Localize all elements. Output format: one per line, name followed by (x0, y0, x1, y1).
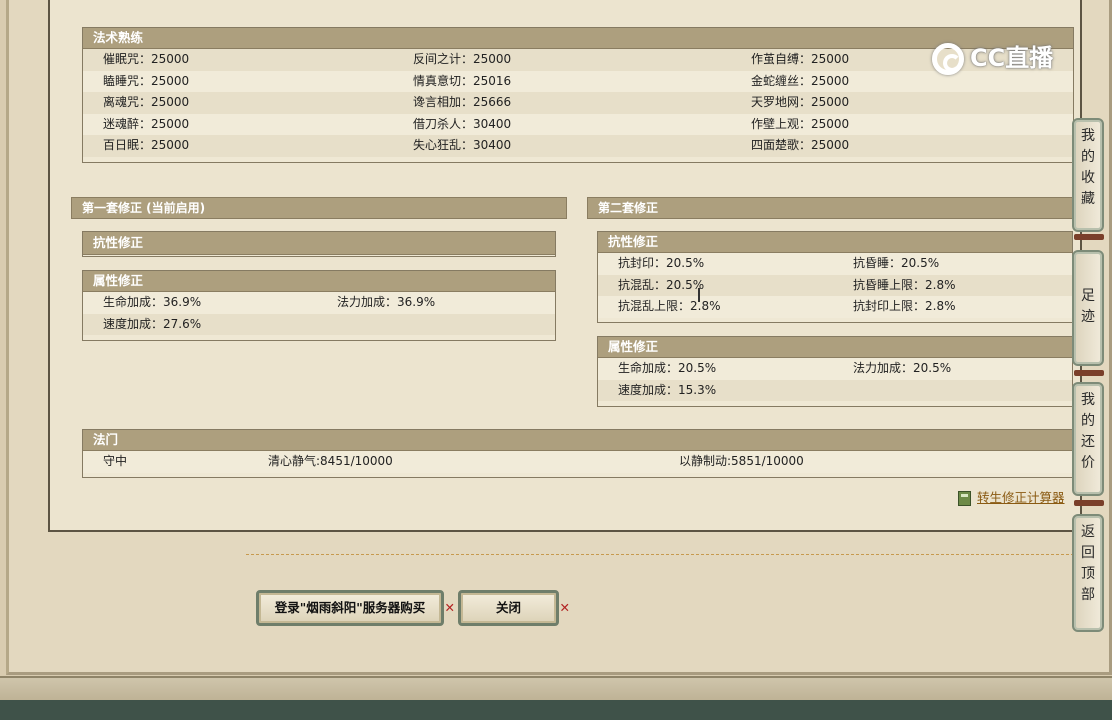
resist-row: 抗混乱上限：2.8% 抗封印上限：2.8% (598, 296, 1072, 318)
bottom-bar (0, 700, 1112, 720)
famen-skill: 以静制动:5851/10000 (679, 454, 804, 468)
watermark-text: CC直播 (970, 44, 1054, 72)
side-tab-favorites[interactable]: 我 的 收 藏 (1072, 118, 1104, 232)
suite2-title: 第二套修正 (587, 197, 1074, 219)
skill-cell: 离魂咒：25000 (103, 95, 190, 110)
suite1-resist-title: 抗性修正 (83, 232, 555, 255)
skill-row: 瞌睡咒：25000 情真意切：25016 金蛇缠丝：25000 (83, 70, 1073, 93)
skill-cell: 金蛇缠丝：25000 (751, 73, 850, 88)
skill-cell: 谗言相加：25666 (413, 95, 512, 110)
famen-title: 法门 (83, 430, 1073, 451)
cc-logo-icon (932, 43, 964, 75)
side-tab-char: 顶 (1081, 566, 1095, 582)
skill-cell: 瞌睡咒：25000 (103, 73, 190, 88)
suite2-resist-box: 抗性修正 抗封印：20.5% 抗昏睡：20.5% 抗混乱：20.5% 抗昏睡上限… (597, 231, 1073, 323)
watermark-logo: CC直播 (932, 38, 1053, 78)
skill-rows: 催眠咒：25000 反间之计：25000 作茧自缚：25000 瞌睡咒：2500… (83, 49, 1073, 157)
side-tab-footprints[interactable]: 足 迹 (1072, 250, 1104, 366)
resist-cell: 抗昏睡：20.5% (853, 256, 940, 270)
attr-cell: 法力加成：36.9% (337, 295, 436, 309)
suite2-resist-title: 抗性修正 (598, 232, 1072, 253)
skill-cell: 借刀杀人：30400 (413, 116, 512, 131)
resist-row: 抗混乱：20.5% 抗昏睡上限：2.8% (598, 274, 1072, 297)
skill-cell: 情真意切：25016 (413, 73, 512, 88)
resist-cell: 抗昏睡上限：2.8% (853, 277, 956, 292)
attr-cell: 速度加成：15.3% (618, 382, 717, 397)
resist-row: 抗封印：20.5% 抗昏睡：20.5% (598, 253, 1072, 275)
suite2-attr-title: 属性修正 (598, 337, 1072, 358)
side-tab-separator (1074, 370, 1104, 376)
attr-cell: 生命加成：36.9% (103, 295, 202, 309)
suite1-attr-title: 属性修正 (83, 271, 555, 292)
side-tab-char: 藏 (1081, 191, 1095, 207)
skill-cell: 四面楚歌：25000 (751, 138, 850, 153)
dashed-divider (246, 554, 1074, 555)
side-tab-my-bargain[interactable]: 我 的 还 价 (1072, 382, 1104, 496)
side-tab-char: 返 (1081, 524, 1095, 540)
skill-cell: 百日眠：25000 (103, 138, 190, 153)
famen-skill: 清心静气:8451/10000 (268, 454, 393, 468)
side-tab-char: 我 (1081, 128, 1095, 144)
side-tab-char: 回 (1081, 545, 1095, 561)
side-tab-char: 价 (1081, 455, 1095, 471)
side-tab-char: 收 (1081, 170, 1095, 186)
close-x-icon: ✕ (444, 600, 455, 615)
skill-cell: 迷魂醉：25000 (103, 116, 190, 131)
close-x-icon: ✕ (559, 600, 570, 615)
suite1-resist-box: 抗性修正 (82, 231, 556, 257)
side-tab-char: 我 (1081, 392, 1095, 408)
login-buy-button[interactable]: 登录"烟雨斜阳"服务器购买 ✕ (256, 590, 455, 626)
side-tab-separator (1074, 500, 1104, 506)
suite2-attr-box: 属性修正 生命加成：20.5% 法力加成：20.5% 速度加成：15.3% (597, 336, 1073, 407)
skill-row: 百日眠：25000 失心狂乱：30400 四面楚歌：25000 (83, 135, 1073, 157)
attr-cell: 速度加成：27.6% (103, 316, 202, 331)
skill-row: 催眠咒：25000 反间之计：25000 作茧自缚：25000 (83, 49, 1073, 71)
text-cursor-icon (698, 288, 700, 302)
suite1-title: 第一套修正 (当前启用) (71, 197, 567, 219)
bottom-strip (0, 676, 1112, 702)
attr-row: 生命加成：36.9% 法力加成：36.9% (83, 292, 555, 314)
side-tab-separator (1074, 234, 1104, 240)
side-tab-back-top[interactable]: 返 回 顶 部 (1072, 514, 1104, 632)
side-tab-char: 足 (1081, 288, 1095, 304)
calculator-link-label[interactable]: 转生修正计算器 (977, 490, 1065, 505)
side-tab-char: 的 (1081, 149, 1095, 165)
attr-row: 速度加成：27.6% (83, 313, 555, 336)
resist-cell: 抗混乱：20.5% (618, 277, 705, 292)
attr-row: 生命加成：20.5% 法力加成：20.5% (598, 358, 1072, 380)
skill-cell: 失心狂乱：30400 (413, 138, 512, 153)
resist-cell: 抗封印上限：2.8% (853, 299, 956, 314)
attr-cell: 法力加成：20.5% (853, 361, 952, 375)
close-button[interactable]: 关闭 ✕ (458, 590, 570, 626)
skill-section: 法术熟练 催眠咒：25000 反间之计：25000 作茧自缚：25000 瞌睡咒… (82, 27, 1074, 163)
skill-cell: 催眠咒：25000 (103, 52, 190, 66)
side-tab-char: 还 (1081, 434, 1095, 450)
skill-cell: 反间之计：25000 (413, 52, 512, 66)
skill-cell: 作壁上观：25000 (751, 116, 850, 131)
close-label: 关闭 (495, 600, 521, 615)
famen-section: 法门 守中 清心静气:8451/10000 以静制动:5851/10000 (82, 429, 1074, 478)
resist-cell: 抗混乱上限：2.8% (618, 299, 721, 314)
suite1-attr-box: 属性修正 生命加成：36.9% 法力加成：36.9% 速度加成：27.6% (82, 270, 556, 341)
calculator-icon (958, 491, 971, 506)
skill-row: 离魂咒：25000 谗言相加：25666 天罗地网：25000 (83, 92, 1073, 114)
attr-row: 速度加成：15.3% (598, 379, 1072, 402)
famen-main: 守中 (103, 454, 128, 468)
attr-cell: 生命加成：20.5% (618, 361, 717, 375)
resist-cell: 抗封印：20.5% (618, 256, 705, 270)
skill-cell: 作茧自缚：25000 (751, 52, 850, 66)
skill-section-title: 法术熟练 (83, 28, 1073, 49)
calculator-link[interactable]: 转生修正计算器 (958, 489, 1065, 507)
skill-cell: 天罗地网：25000 (751, 95, 850, 110)
skill-row: 迷魂醉：25000 借刀杀人：30400 作壁上观：25000 (83, 113, 1073, 136)
side-tab-char: 部 (1081, 587, 1095, 603)
login-buy-label: 登录"烟雨斜阳"服务器购买 (274, 600, 426, 615)
side-tab-char: 的 (1081, 413, 1095, 429)
side-tab-char: 迹 (1081, 309, 1095, 325)
famen-row: 守中 清心静气:8451/10000 以静制动:5851/10000 (83, 451, 1073, 473)
